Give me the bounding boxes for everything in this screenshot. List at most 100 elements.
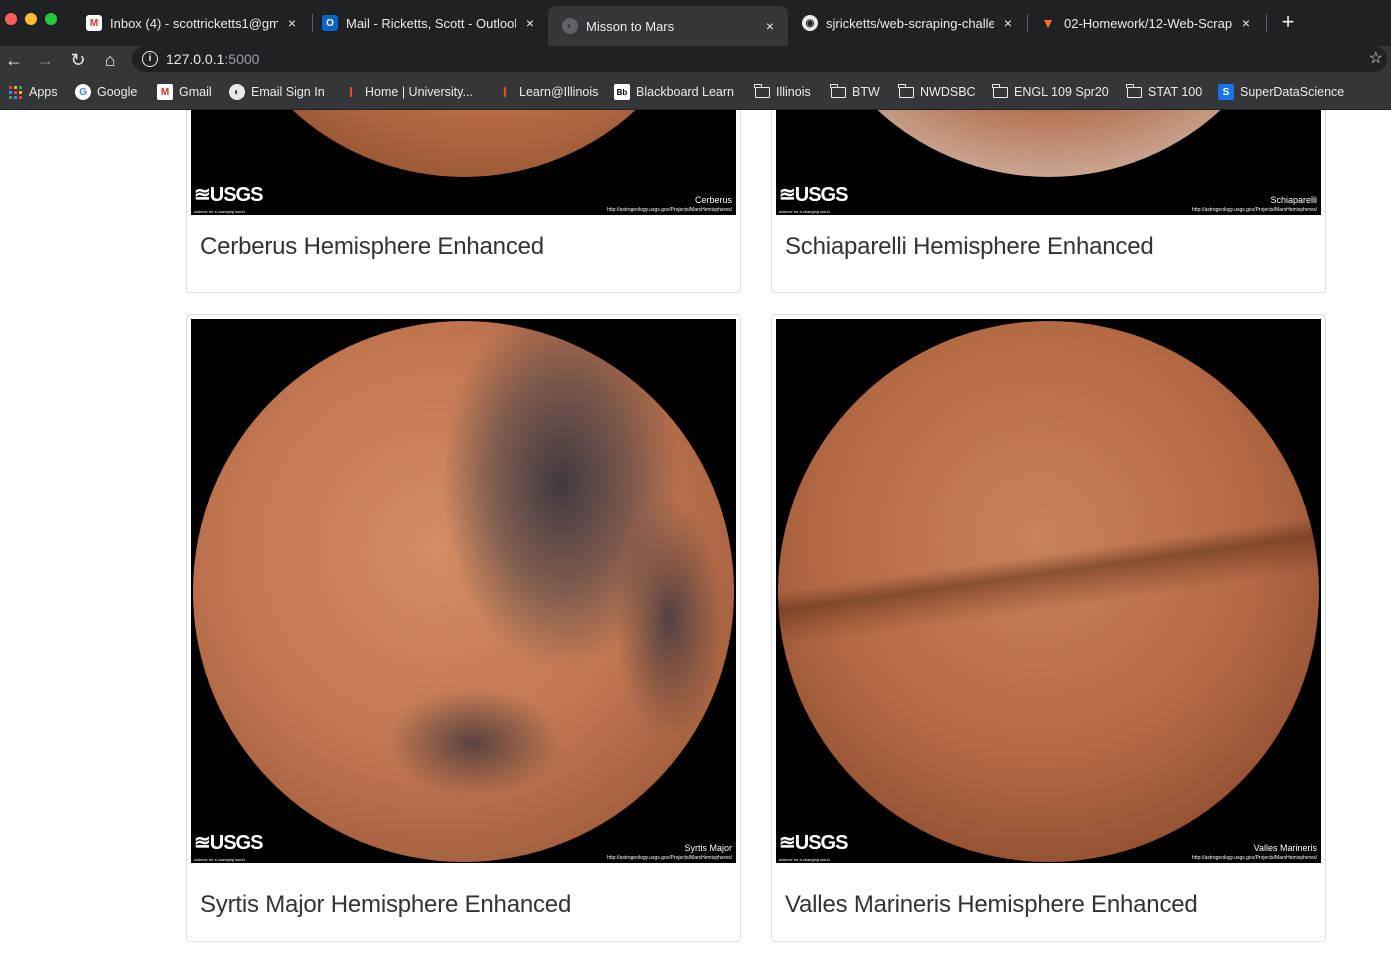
- tab-title: Misson to Mars: [586, 18, 675, 34]
- google-icon: G: [75, 84, 91, 100]
- hemisphere-card-cerberus: ≊USGS science for a changing world Cerbe…: [186, 110, 741, 293]
- address-url[interactable]: 127.0.0.1:5000: [166, 51, 259, 67]
- bookmark-star-icon[interactable]: ☆: [1369, 48, 1383, 68]
- image-hemisphere-label: Schiaparelli: [1270, 195, 1317, 205]
- bookmark-label: Google: [97, 85, 138, 99]
- bookmark-label: ENGL 109 Spr20: [1014, 85, 1109, 99]
- illinois-icon: I: [348, 83, 354, 101]
- close-tab-icon[interactable]: ×: [762, 18, 778, 34]
- bookmark-label: Home | University...: [365, 85, 473, 99]
- tab-gitlab[interactable]: ▼ 02-Homework/12-Web-Scrapin ×: [1026, 6, 1264, 40]
- bookmark-label: BTW: [852, 85, 880, 99]
- gmail-icon: M: [86, 15, 102, 31]
- hemisphere-image-syrtis-major[interactable]: ≊USGS science for a changing world Syrti…: [191, 319, 736, 863]
- tab-separator: [1266, 14, 1267, 32]
- forward-arrow-icon[interactable]: →: [33, 48, 57, 72]
- blackboard-icon: Bb: [614, 84, 630, 100]
- bookmark-folder-stat[interactable]: STAT 100: [1126, 82, 1202, 102]
- gitlab-icon: ▼: [1041, 15, 1055, 31]
- globe-icon: ◐: [562, 18, 578, 34]
- bookmark-email-sign-in[interactable]: ◐ Email Sign In: [229, 82, 325, 102]
- close-tab-icon[interactable]: ×: [284, 15, 300, 31]
- bookmark-label: Learn@Illinois: [519, 85, 599, 99]
- maximize-window-button[interactable]: [45, 13, 57, 25]
- back-arrow-icon[interactable]: ←: [2, 48, 26, 72]
- close-tab-icon[interactable]: ×: [1238, 15, 1254, 31]
- hemisphere-image-cerberus[interactable]: ≊USGS science for a changing world Cerbe…: [191, 110, 736, 215]
- image-hemisphere-label: Valles Marineris: [1253, 843, 1317, 853]
- usgs-tagline: science for a changing world: [194, 209, 245, 214]
- outlook-icon: O: [322, 15, 338, 31]
- hemisphere-card-valles-marineris: ≊USGS science for a changing world Valle…: [771, 314, 1326, 942]
- close-window-button[interactable]: [5, 13, 17, 25]
- bookmark-learn-illinois[interactable]: I Learn@Illinois: [497, 82, 599, 102]
- bookmark-folder-illinois[interactable]: Illinois: [754, 82, 811, 102]
- tab-gmail[interactable]: M Inbox (4) - scottricketts1@gma ×: [72, 6, 310, 40]
- globe-icon: ◐: [229, 84, 245, 100]
- bookmark-apps[interactable]: Apps: [7, 82, 58, 102]
- tab-mission-to-mars[interactable]: ◐ Misson to Mars ×: [548, 6, 788, 46]
- bookmark-google[interactable]: G Google: [75, 82, 137, 102]
- bookmark-home-university[interactable]: I Home | University...: [343, 82, 473, 102]
- close-tab-icon[interactable]: ×: [522, 15, 538, 31]
- site-info-icon[interactable]: i: [142, 51, 158, 67]
- bookmark-folder-nwdsbc[interactable]: NWDSBC: [898, 82, 976, 102]
- hemisphere-image-schiaparelli[interactable]: ≊USGS science for a changing world Schia…: [776, 110, 1321, 215]
- usgs-logo: ≊USGS: [779, 832, 848, 854]
- bookmark-folder-btw[interactable]: BTW: [830, 82, 880, 102]
- superdatascience-icon: S: [1218, 84, 1234, 100]
- minimize-window-button[interactable]: [25, 13, 37, 25]
- hemisphere-title: Syrtis Major Hemisphere Enhanced: [200, 891, 572, 918]
- folder-icon: [754, 83, 770, 100]
- bookmark-gmail[interactable]: M Gmail: [157, 82, 212, 102]
- image-source-url: http://astrogeology.usgs.gov/Projects/Ma…: [607, 855, 732, 861]
- hemisphere-image-valles-marineris[interactable]: ≊USGS science for a changing world Valle…: [776, 319, 1321, 863]
- usgs-tagline: science for a changing world: [194, 857, 245, 862]
- illinois-icon: I: [502, 83, 508, 101]
- folder-icon: [1126, 83, 1142, 100]
- folder-icon: [992, 83, 1008, 100]
- image-hemisphere-label: Cerberus: [694, 195, 732, 205]
- tab-github[interactable]: ◉ sjricketts/web-scraping-challe ×: [788, 6, 1026, 40]
- new-tab-button[interactable]: +: [1278, 11, 1298, 33]
- url-port: :5000: [224, 51, 260, 67]
- folder-icon: [898, 83, 914, 100]
- url-host: 127.0.0.1: [166, 51, 225, 67]
- address-bar[interactable]: i 127.0.0.1:5000 ☆: [132, 46, 1387, 72]
- tab-title: Inbox (4) - scottricketts1@gma: [110, 15, 278, 31]
- bookmark-label: NWDSBC: [920, 85, 976, 99]
- tab-strip: M Inbox (4) - scottricketts1@gma × O Mai…: [0, 0, 1391, 46]
- hemisphere-card-syrtis-major: ≊USGS science for a changing world Syrti…: [186, 314, 741, 942]
- bookmark-label: Gmail: [179, 85, 212, 99]
- apps-grid-icon: [7, 84, 23, 100]
- hemisphere-card-schiaparelli: ≊USGS science for a changing world Schia…: [771, 110, 1326, 293]
- usgs-logo: ≊USGS: [194, 184, 263, 206]
- bookmark-label: Apps: [29, 85, 58, 99]
- image-source-url: http://astrogeology.usgs.gov/Projects/Ma…: [1192, 855, 1317, 861]
- page-content: ≊USGS science for a changing world Cerbe…: [0, 110, 1391, 959]
- usgs-logo: ≊USGS: [194, 832, 263, 854]
- tab-title: Mail - Ricketts, Scott - Outlook: [346, 15, 516, 31]
- image-hemisphere-label: Syrtis Major: [684, 843, 732, 853]
- bookmark-label: Illinois: [776, 85, 811, 99]
- image-source-url: http://astrogeology.usgs.gov/Projects/Ma…: [607, 207, 732, 213]
- tab-title: sjricketts/web-scraping-challe: [826, 15, 994, 31]
- tab-title: 02-Homework/12-Web-Scrapin: [1064, 15, 1232, 31]
- usgs-tagline: science for a changing world: [779, 209, 830, 214]
- hemisphere-title: Schiaparelli Hemisphere Enhanced: [785, 233, 1154, 260]
- home-icon[interactable]: ⌂: [98, 48, 122, 72]
- bookmark-label: STAT 100: [1148, 85, 1203, 99]
- gmail-icon: M: [157, 84, 173, 100]
- bookmark-label: SuperDataScience: [1240, 85, 1345, 99]
- usgs-logo: ≊USGS: [779, 184, 848, 206]
- bookmark-folder-engl[interactable]: ENGL 109 Spr20: [992, 82, 1109, 102]
- bookmark-label: Email Sign In: [251, 85, 325, 99]
- tab-outlook[interactable]: O Mail - Ricketts, Scott - Outlook ×: [308, 6, 548, 40]
- close-tab-icon[interactable]: ×: [1000, 15, 1016, 31]
- bookmark-blackboard[interactable]: Bb Blackboard Learn: [614, 82, 734, 102]
- hemisphere-title: Cerberus Hemisphere Enhanced: [200, 233, 544, 260]
- reload-icon[interactable]: ↻: [66, 48, 90, 72]
- bookmark-superdatascience[interactable]: S SuperDataScience: [1218, 82, 1344, 102]
- hemisphere-title: Valles Marineris Hemisphere Enhanced: [785, 891, 1198, 918]
- bookmark-label: Blackboard Learn: [636, 85, 734, 99]
